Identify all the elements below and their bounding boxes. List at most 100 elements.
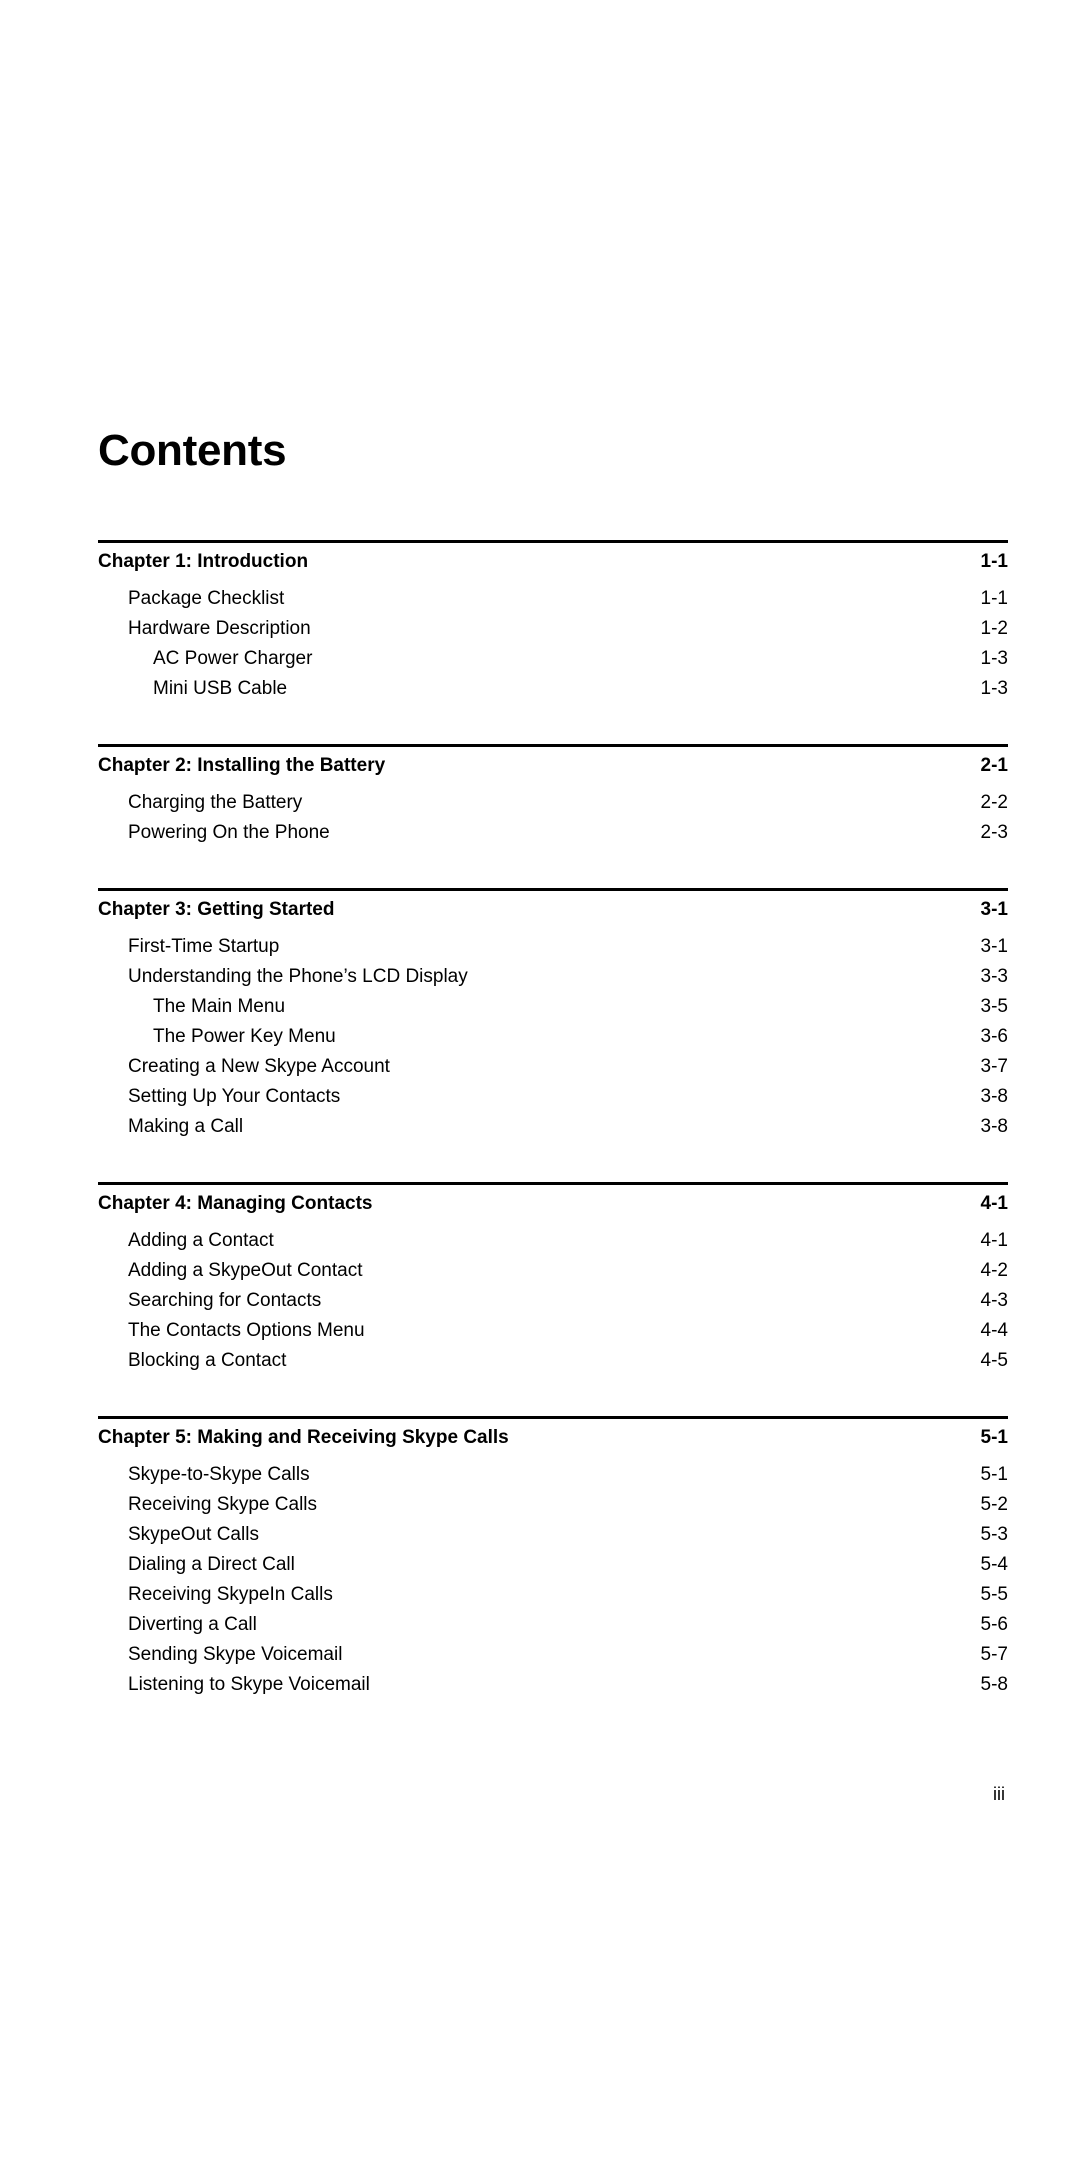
toc-entry-page-number: 3-5 [980,996,1008,1017]
toc-entry-label: Diverting a Call [128,1614,257,1635]
toc-entry[interactable]: AC Power Charger 1-3 [98,644,1008,674]
toc-entry-label: Setting Up Your Contacts [128,1086,341,1107]
document-page: Contents Chapter 1: Introduction 1-1 Packa… [0,0,1080,2160]
chapter-block: Chapter 3: Getting Started 3-1 First-Time … [98,888,1008,1142]
toc-entry[interactable]: Blocking a Contact 4-5 [98,1346,1008,1376]
toc-entry[interactable]: Receiving SkypeIn Calls 5-5 [98,1580,1008,1610]
toc-entry-label: Powering On the Phone [128,822,330,843]
page-number: iii [993,1784,1005,1804]
toc-entry[interactable]: Searching for Contacts 4-3 [98,1286,1008,1316]
toc-entry-label: Blocking a Contact [128,1350,287,1371]
toc-entry[interactable]: Creating a New Skype Account 3-7 [98,1052,1008,1082]
toc-entry[interactable]: Diverting a Call 5-6 [98,1610,1008,1640]
toc-entry[interactable]: Adding a SkypeOut Contact 4-2 [98,1256,1008,1286]
toc-entry-page-number: 2-2 [980,792,1008,813]
toc-entry-label: Package Checklist [128,588,285,609]
toc-entry-label: The Power Key Menu [153,1026,336,1047]
toc-entry-label: Listening to Skype Voicemail [128,1674,370,1695]
toc-entry-page-number: 5-6 [980,1614,1008,1635]
toc-entry-label: Adding a Contact [128,1230,274,1251]
toc-entry-label: Creating a New Skype Account [128,1056,390,1077]
chapter-page-number: 4-1 [980,1193,1008,1214]
chapter-block: Chapter 5: Making and Receiving Skype Ca… [98,1416,1008,1700]
toc-entry-page-number: 5-4 [980,1554,1008,1575]
toc-entry[interactable]: Package Checklist 1-1 [98,584,1008,614]
chapter-title: Chapter 3: Getting Started [98,899,335,920]
toc-entry-page-number: 3-8 [980,1116,1008,1137]
toc-entry-page-number: 5-2 [980,1494,1008,1515]
toc-entry[interactable]: Understanding the Phone’s LCD Display 3-3 [98,962,1008,992]
toc-entry-label: Receiving SkypeIn Calls [128,1584,333,1605]
chapter-page-number: 2-1 [980,755,1008,776]
entries-spacer [98,1219,1008,1226]
chapter-block: Chapter 2: Installing the Battery 2-1 Char… [98,744,1008,848]
toc-entry[interactable]: Adding a Contact 4-1 [98,1226,1008,1256]
entries-spacer [98,925,1008,932]
page-title: Contents [98,426,287,476]
toc-entry-page-number: 4-5 [980,1350,1008,1371]
toc-entry[interactable]: Mini USB Cable 1-3 [98,674,1008,704]
toc-entry-label: Hardware Description [128,618,311,639]
table-of-contents: Chapter 1: Introduction 1-1 Package Checkl… [98,540,1008,1700]
toc-entry-label: The Contacts Options Menu [128,1320,365,1341]
toc-entry[interactable]: Receiving Skype Calls 5-2 [98,1490,1008,1520]
chapter-page-number: 1-1 [980,551,1008,572]
toc-entry-page-number: 3-6 [980,1026,1008,1047]
toc-entry[interactable]: First-Time Startup 3-1 [98,932,1008,962]
entries-spacer [98,1453,1008,1460]
toc-entry[interactable]: Hardware Description 1-2 [98,614,1008,644]
chapter-title: Chapter 2: Installing the Battery [98,755,386,776]
toc-entry-page-number: 5-5 [980,1584,1008,1605]
toc-entry-label: Understanding the Phone’s LCD Display [128,966,468,987]
toc-entry-page-number: 1-3 [980,678,1008,699]
chapter-page-number: 3-1 [980,899,1008,920]
toc-entry[interactable]: The Contacts Options Menu 4-4 [98,1316,1008,1346]
toc-entry-page-number: 1-3 [980,648,1008,669]
chapter-entry[interactable]: Chapter 4: Managing Contacts 4-1 [98,1185,1008,1219]
toc-entry[interactable]: The Power Key Menu 3-6 [98,1022,1008,1052]
toc-entry-label: Searching for Contacts [128,1290,322,1311]
toc-entry[interactable]: Skype-to-Skype Calls 5-1 [98,1460,1008,1490]
chapter-page-number: 5-1 [980,1427,1008,1448]
toc-entry-page-number: 2-3 [980,822,1008,843]
toc-entry[interactable]: Listening to Skype Voicemail 5-8 [98,1670,1008,1700]
toc-entry[interactable]: The Main Menu 3-5 [98,992,1008,1022]
chapter-title: Chapter 5: Making and Receiving Skype Ca… [98,1427,509,1448]
toc-entry-page-number: 4-1 [980,1230,1008,1251]
toc-entry[interactable]: Powering On the Phone 2-3 [98,818,1008,848]
toc-entry-label: The Main Menu [153,996,286,1017]
toc-entry-page-number: 5-1 [980,1464,1008,1485]
chapter-entry[interactable]: Chapter 5: Making and Receiving Skype Ca… [98,1419,1008,1453]
toc-entry-page-number: 4-3 [980,1290,1008,1311]
entries-spacer [98,781,1008,788]
toc-entry-label: Skype-to-Skype Calls [128,1464,310,1485]
entries-spacer [98,577,1008,584]
toc-entry-page-number: 1-2 [980,618,1008,639]
chapter-entry[interactable]: Chapter 2: Installing the Battery 2-1 [98,747,1008,781]
toc-entry[interactable]: Setting Up Your Contacts 3-8 [98,1082,1008,1112]
toc-entry-page-number: 1-1 [980,588,1008,609]
toc-entry-page-number: 3-8 [980,1086,1008,1107]
toc-entry[interactable]: Sending Skype Voicemail 5-7 [98,1640,1008,1670]
chapter-block: Chapter 1: Introduction 1-1 Package Checkl… [98,540,1008,704]
chapter-title: Chapter 1: Introduction [98,551,309,572]
toc-entry[interactable]: Making a Call 3-8 [98,1112,1008,1142]
toc-entry-page-number: 5-8 [980,1674,1008,1695]
toc-entry-label: AC Power Charger [153,648,313,669]
chapter-entry[interactable]: Chapter 3: Getting Started 3-1 [98,891,1008,925]
chapter-entry[interactable]: Chapter 1: Introduction 1-1 [98,543,1008,577]
toc-entry-page-number: 3-3 [980,966,1008,987]
toc-entry-label: Mini USB Cable [153,678,288,699]
toc-entry-label: Adding a SkypeOut Contact [128,1260,363,1281]
toc-entry-label: SkypeOut Calls [128,1524,259,1545]
toc-entry-page-number: 4-2 [980,1260,1008,1281]
toc-entry[interactable]: SkypeOut Calls 5-3 [98,1520,1008,1550]
toc-entry[interactable]: Dialing a Direct Call 5-4 [98,1550,1008,1580]
toc-entry-label: Receiving Skype Calls [128,1494,318,1515]
toc-entry-page-number: 3-1 [980,936,1008,957]
toc-entry[interactable]: Charging the Battery 2-2 [98,788,1008,818]
